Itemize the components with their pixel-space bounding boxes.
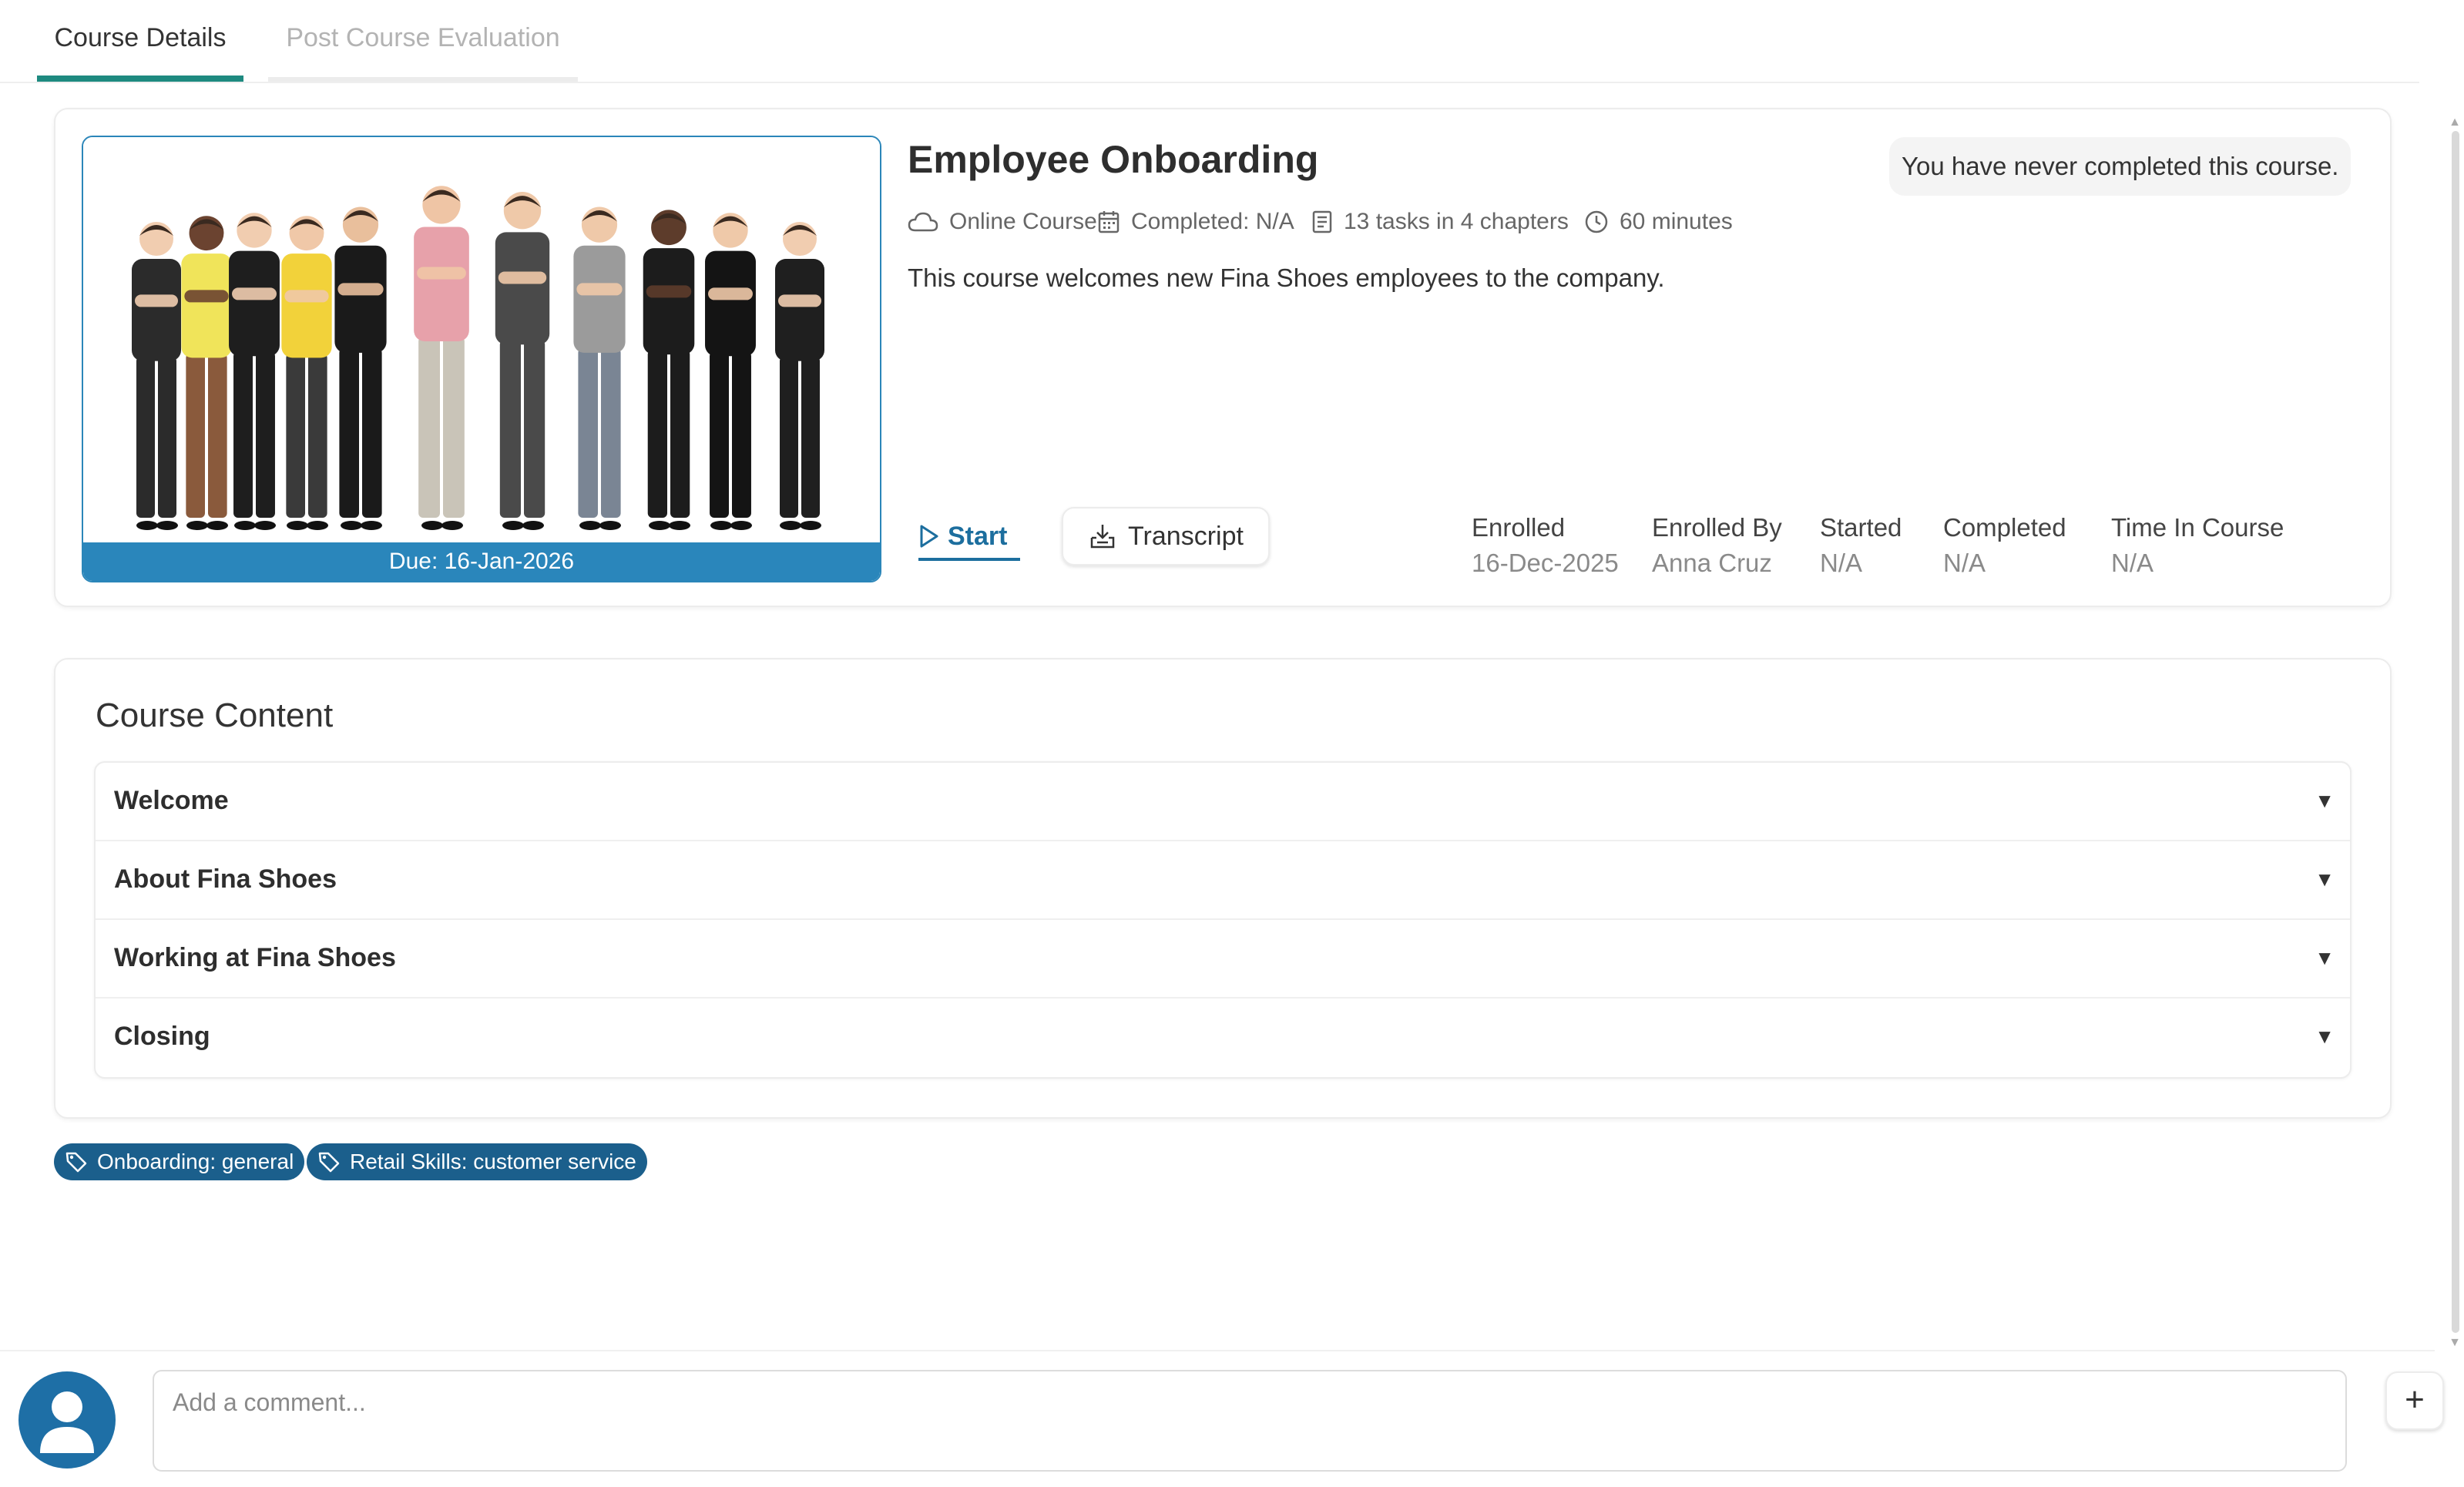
tag-onboarding-general[interactable]: Onboarding: general [54, 1143, 305, 1180]
stat-label: Time In Course [2111, 513, 2284, 542]
meta-course-type: Online Course [908, 206, 1097, 237]
tag-label: Retail Skills: customer service [350, 1150, 636, 1173]
caret-down-icon[interactable]: ▼ [2315, 868, 2335, 891]
plus-icon[interactable]: + [2385, 1371, 2444, 1430]
caret-down-icon[interactable]: ▼ [2315, 789, 2335, 813]
transcript-button[interactable]: Transcript [1062, 507, 1270, 566]
tag-icon [318, 1152, 340, 1173]
comment-input[interactable] [153, 1370, 2347, 1472]
meta-completed: Completed: N/A [1097, 206, 1294, 237]
tag-label: Onboarding: general [97, 1150, 294, 1173]
due-date-banner: Due: 16-Jan-2026 [83, 542, 880, 581]
person-silhouette [40, 1391, 94, 1453]
play-icon [920, 525, 938, 548]
tag-retail-skills-customer-service[interactable]: Retail Skills: customer service [307, 1143, 647, 1180]
tag-icon [65, 1152, 87, 1173]
calendar-icon [1098, 211, 1120, 233]
tab-post-course-evaluation[interactable]: Post Course Evaluation [268, 23, 578, 82]
transcript-button-label: Transcript [1128, 521, 1244, 551]
meta-course-type-text: Online Course [949, 209, 1097, 234]
stat-label: Enrolled [1472, 513, 1566, 542]
caret-down-icon[interactable]: ▼ [2315, 1025, 2335, 1049]
chapter-title: Working at Fina Shoes [114, 943, 396, 972]
caret-down-icon[interactable]: ▼ [2315, 946, 2335, 970]
tab-bar: Course Details Post Course Evaluation [0, 0, 2419, 83]
chapter-row-welcome[interactable]: Welcome ▼ [96, 763, 2350, 841]
meta-duration: 60 minutes [1584, 206, 1733, 237]
chapter-accordion: Welcome ▼ About Fina Shoes ▼ Working at … [94, 761, 2352, 1079]
stat-label: Started [1820, 513, 1902, 542]
course-content-title: Course Content [96, 697, 334, 734]
meta-tasks-text: 13 tasks in 4 chapters [1344, 209, 1569, 234]
course-description: This course welcomes new Fina Shoes empl… [908, 263, 1665, 292]
start-button-label: Start [948, 521, 1008, 551]
course-summary-card: Due: 16-Jan-2026 Employee Onboarding You… [54, 108, 2392, 607]
start-button[interactable]: Start [918, 515, 1020, 561]
stat-enrolled-by: Enrolled By Anna Cruz [1652, 513, 1782, 578]
employees-group-image [83, 137, 880, 581]
chapter-row-working-at-fina-shoes[interactable]: Working at Fina Shoes ▼ [96, 920, 2350, 999]
stat-value: 16-Dec-2025 [1472, 549, 1619, 577]
stat-time-in-course: Time In Course N/A [2111, 513, 2284, 578]
stat-value: N/A [1943, 549, 1986, 577]
stat-started: Started N/A [1820, 513, 1902, 578]
chapter-title: Welcome [114, 786, 229, 815]
stat-label: Completed [1943, 513, 2066, 542]
cloud-icon [908, 212, 938, 232]
chapter-row-about-fina-shoes[interactable]: About Fina Shoes ▼ [96, 841, 2350, 920]
meta-tasks: 13 tasks in 4 chapters [1311, 206, 1569, 237]
scroll-up-icon[interactable]: ▲ [2449, 116, 2461, 129]
stat-value: N/A [1820, 549, 1863, 577]
course-thumbnail[interactable]: Due: 16-Jan-2026 [82, 136, 881, 582]
course-title: Employee Onboarding [908, 138, 1319, 181]
meta-completed-text: Completed: N/A [1131, 209, 1294, 234]
stat-label: Enrolled By [1652, 513, 1782, 542]
download-icon [1090, 525, 1115, 549]
vertical-scrollbar[interactable] [2452, 131, 2459, 1333]
chapter-title: Closing [114, 1022, 210, 1051]
completion-status-note: You have never completed this course. [1889, 137, 2352, 196]
stat-value: N/A [2111, 549, 2154, 577]
meta-duration-text: 60 minutes [1620, 209, 1733, 234]
chapter-title: About Fina Shoes [114, 864, 337, 894]
scroll-down-icon[interactable]: ▼ [2449, 1336, 2461, 1350]
clock-icon [1585, 210, 1608, 233]
course-content-card: Course Content Welcome ▼ About Fina Shoe… [54, 658, 2392, 1119]
tab-course-details[interactable]: Course Details [37, 23, 243, 82]
stat-value: Anna Cruz [1652, 549, 1772, 577]
user-avatar-icon[interactable] [18, 1371, 116, 1469]
document-icon [1312, 210, 1332, 233]
chapter-row-closing[interactable]: Closing ▼ [96, 999, 2350, 1077]
stat-completed: Completed N/A [1943, 513, 2066, 578]
stat-enrolled: Enrolled 16-Dec-2025 [1472, 513, 1619, 578]
